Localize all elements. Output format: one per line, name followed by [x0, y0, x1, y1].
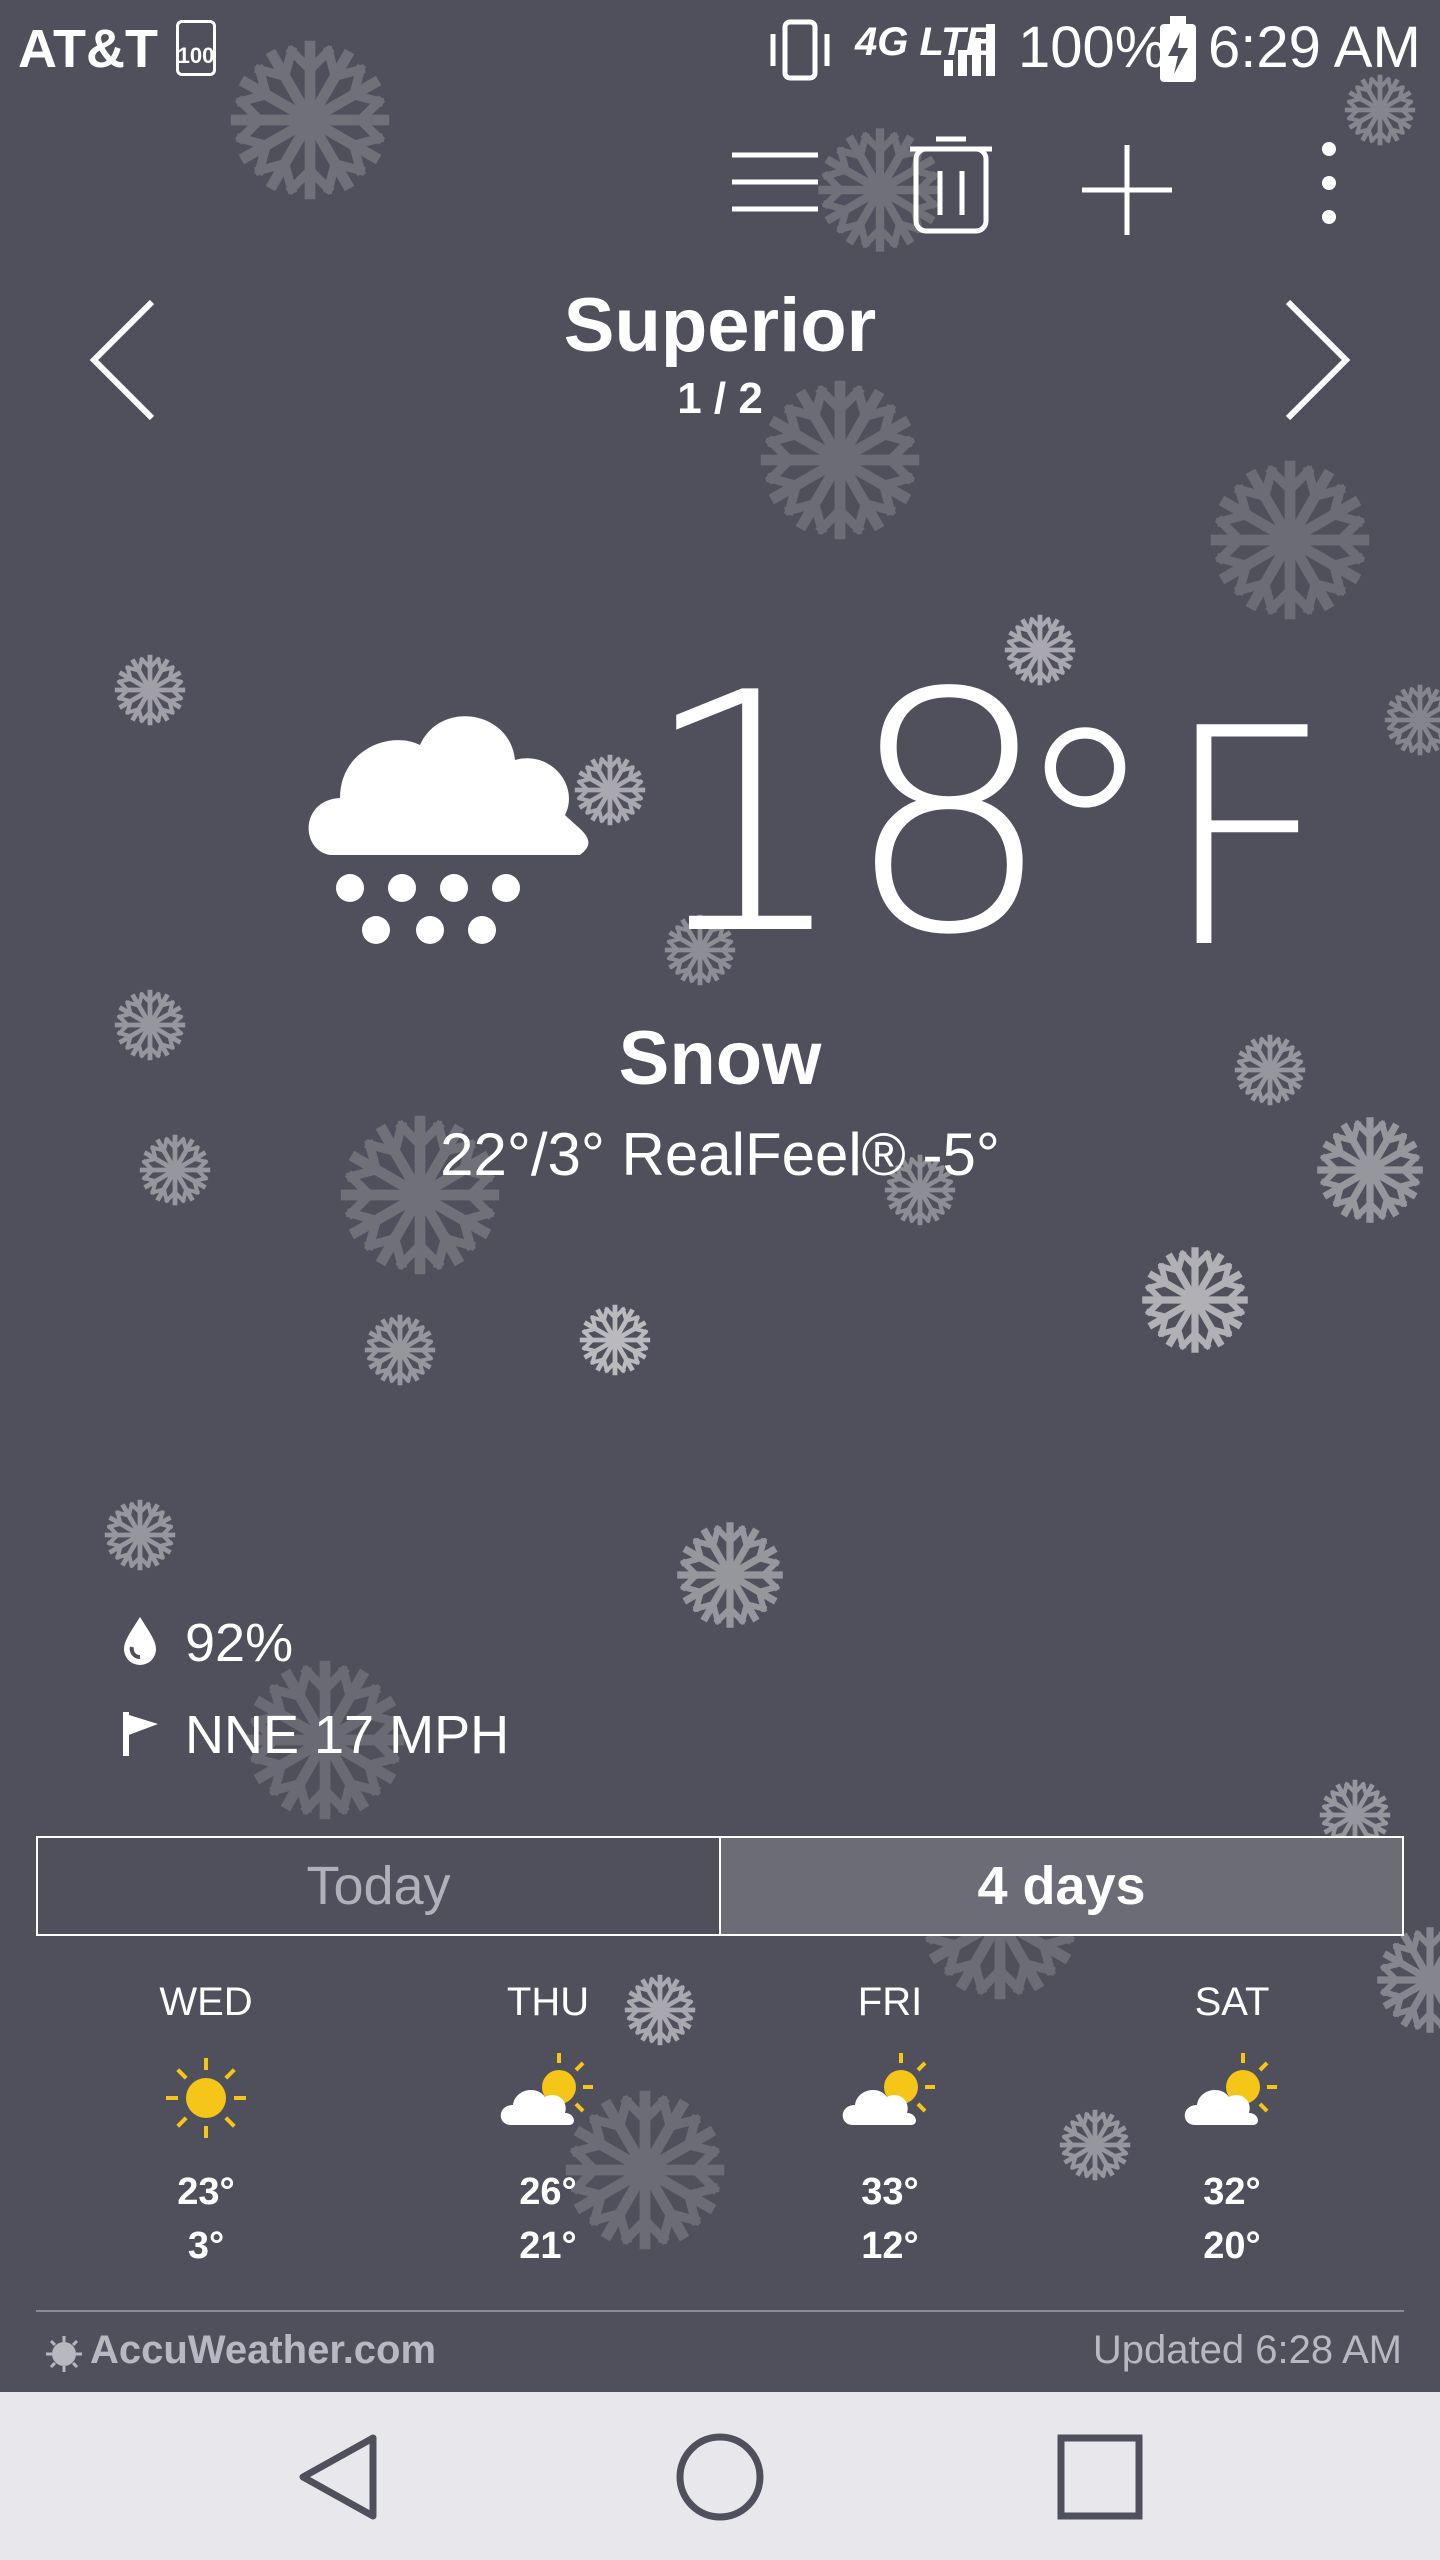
overflow-menu-button[interactable] [1274, 135, 1384, 245]
forecast-high: 26° [519, 2171, 577, 2213]
forecast-day-name: THU [506, 1980, 590, 2024]
status-bar: AT&T 100 4G LTE 100% 6:29 AM [0, 0, 1440, 100]
forecast-day: WED 23° 3° [56, 1980, 356, 2273]
forecast-day-name: SAT [1194, 1980, 1270, 2024]
system-navigation-bar [0, 2392, 1440, 2560]
forecast-day: SAT 32° 20° [1082, 1980, 1382, 2273]
accuweather-link[interactable]: AccuWeather.com [90, 2328, 436, 2373]
carrier-label: AT&T [18, 19, 158, 79]
partly-cloudy-icon [1184, 2053, 1277, 2125]
back-triangle-icon [299, 2434, 377, 2520]
forecast-tabs: Today 4 days [36, 1836, 1404, 1936]
snowflake-icon [1142, 1247, 1248, 1353]
snowflake-icon [364, 1314, 436, 1386]
storage-icon: 100 [176, 20, 216, 76]
partly-cloudy-icon [500, 2053, 593, 2125]
trash-icon [910, 136, 992, 234]
vibrate-icon [770, 19, 830, 81]
forecast-day: FRI 33° 12° [740, 1980, 1040, 2273]
recents-square-icon [1057, 2434, 1143, 2520]
home-button[interactable] [665, 2422, 775, 2532]
partly-cloudy-icon [842, 2053, 935, 2125]
forecast-low: 3° [187, 2225, 225, 2267]
updated-time: Updated 6:28 AM [1092, 2328, 1402, 2372]
menu-icon [732, 152, 818, 212]
location-page-indicator: 1 / 2 [677, 374, 763, 423]
snowflake-icon [677, 1522, 783, 1628]
humidity-drop-icon [124, 1617, 156, 1665]
forecast-high: 32° [1203, 2171, 1261, 2213]
location-name: Superior [563, 283, 877, 368]
current-temperature: 18 [640, 623, 1054, 1007]
add-location-button[interactable] [1072, 135, 1182, 245]
humidity-value: 92% [185, 1613, 294, 1673]
forecast-high: 33° [861, 2171, 919, 2213]
snowflake-icon [104, 1499, 176, 1571]
battery-percent: 100% [1018, 15, 1167, 80]
snowflake-icon [114, 654, 186, 726]
snowflake-icon [1384, 684, 1440, 756]
temperature-unit: °F [1010, 665, 1333, 1014]
snowflake-icon [579, 1304, 651, 1376]
menu-button[interactable] [720, 135, 830, 245]
hi-lo-realfeel: 22°/3° RealFeel® -5° [440, 1121, 1000, 1188]
footer-divider [36, 2310, 1404, 2312]
tab-today[interactable]: Today [38, 1838, 721, 1934]
battery-charging-icon [1160, 16, 1196, 82]
snow-cloud-icon [308, 716, 589, 944]
tab-4-days[interactable]: 4 days [721, 1838, 1402, 1934]
wind-value: NNE 17 MPH [185, 1705, 510, 1765]
accuweather-logo-icon [46, 2336, 82, 2372]
signal-icon [944, 24, 995, 76]
back-button[interactable] [285, 2422, 395, 2532]
wind-flag-icon [123, 1712, 158, 1756]
more-vertical-icon [1322, 142, 1336, 224]
delete-button[interactable] [896, 135, 1006, 245]
forecast-low: 21° [519, 2225, 577, 2267]
condition-label: Snow [618, 1016, 822, 1101]
forecast-low: 12° [861, 2225, 919, 2267]
plus-icon [1082, 145, 1172, 235]
forecast-low: 20° [1203, 2225, 1261, 2267]
forecast-day-name: FRI [857, 1980, 923, 2024]
sunny-icon [166, 2058, 246, 2138]
home-circle-icon [676, 2433, 764, 2521]
snowflake-icon [1210, 460, 1370, 620]
clock: 6:29 AM [1208, 15, 1421, 80]
forecast-high: 23° [177, 2171, 235, 2213]
forecast-day-name: WED [159, 1980, 253, 2024]
forecast-day: THU 26° 21° [398, 1980, 698, 2273]
recents-button[interactable] [1045, 2422, 1155, 2532]
